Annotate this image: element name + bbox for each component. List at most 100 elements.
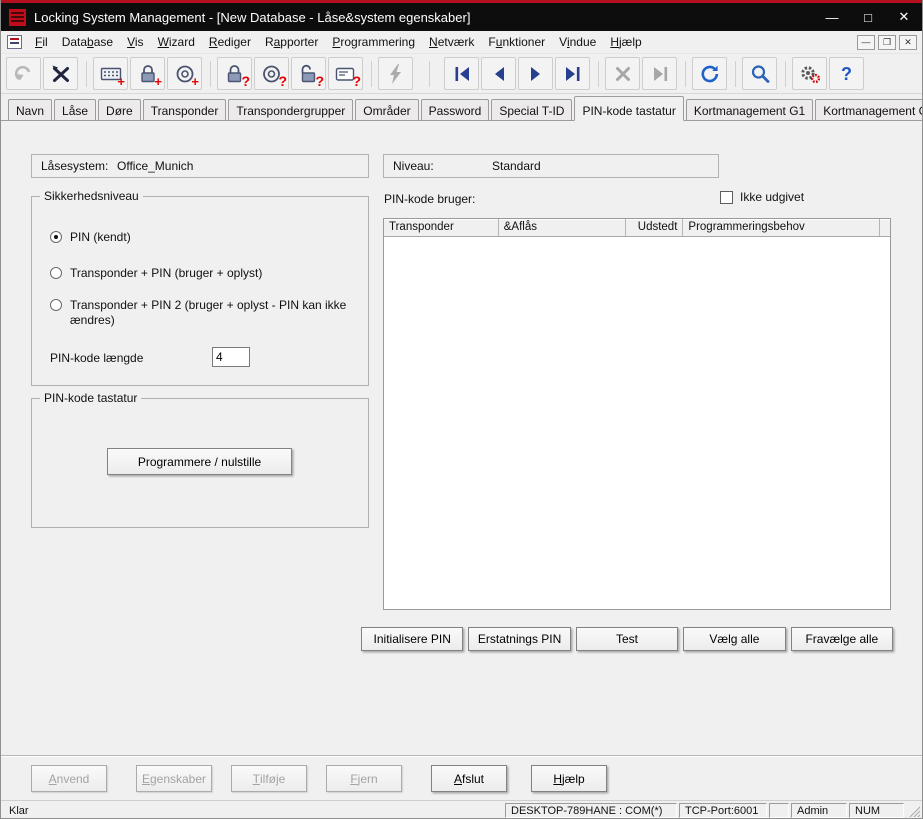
column-header-aflaas[interactable]: &Aflås [499,219,626,236]
radio-transponder-pin2[interactable]: Transponder + PIN 2 (bruger + oplyst - P… [50,298,368,328]
menu-item-funktioner[interactable]: Funktioner [481,32,552,52]
tab-transpondergrupper[interactable]: Transpondergrupper [228,99,353,120]
tab-password[interactable]: Password [421,99,490,120]
toolbar-button-cancel-record[interactable] [605,57,640,90]
status-user: Admin [791,803,847,818]
plus-badge: + [154,75,162,88]
menu-item-vindue[interactable]: Vindue [552,32,603,52]
tab-doere[interactable]: Døre [98,99,141,120]
help-button[interactable]: Hjælp [531,765,607,792]
mdi-window-controls: — ❐ ✕ [854,35,922,50]
last-record-icon [562,63,584,85]
search-icon [749,63,771,85]
toolbar-button-refresh[interactable] [692,57,727,90]
menu-item-wizard[interactable]: Wizard [151,32,202,52]
toolbar-button-help[interactable]: ? [829,57,864,90]
toolbar-button-next-record[interactable] [518,57,553,90]
status-host: DESKTOP-789HANE : COM(*) [505,803,677,818]
initialize-pin-button[interactable]: Initialisere PIN [361,627,463,651]
program-reset-button[interactable]: Programmere / nulstille [107,448,292,475]
menu-item-database[interactable]: Database [55,32,120,52]
mdi-restore-button[interactable]: ❐ [878,35,896,50]
radio-transponder-pin[interactable]: Transponder + PIN (bruger + oplyst) [50,266,262,281]
minimize-button[interactable]: — [814,3,850,31]
security-level-group: Sikkerhedsniveau PIN (kendt) Transponder… [31,196,369,386]
menu-item-vis[interactable]: Vis [120,32,150,52]
toolbar-button-goto-record[interactable] [642,57,677,90]
toolbar-button-previous-record[interactable] [481,57,516,90]
question-badge: ? [352,74,361,88]
locking-system-label: Låsesystem: [41,159,108,173]
mdi-close-button[interactable]: ✕ [899,35,917,50]
toolbar-button-program[interactable] [378,57,413,90]
tab-transponder[interactable]: Transponder [143,99,227,120]
toolbar-button-filter-settings[interactable] [792,57,827,90]
pin-user-label: PIN-kode bruger: [384,192,475,206]
column-header-programmeringsbehov[interactable]: Programmeringsbehov [683,219,880,236]
maximize-button[interactable]: □ [850,3,886,31]
toolbar-button-read-transponder[interactable]: ? [254,57,289,90]
disconnect-icon [50,63,72,85]
application-window: Locking System Management - [New Databas… [0,0,923,819]
window-controls: — □ ✕ [814,3,922,31]
menu-item-programmering[interactable]: Programmering [325,32,422,52]
menu-item-rediger[interactable]: Rediger [202,32,258,52]
test-button[interactable]: Test [576,627,678,651]
deselect-all-button[interactable]: Fravælge alle [791,627,893,651]
toolbar-button-first-record[interactable] [444,57,479,90]
tab-kortmanagement-g2[interactable]: Kortmanagement G2 [815,99,923,120]
toolbar-button-search[interactable] [742,57,777,90]
pin-action-buttons: Initialisere PIN Erstatnings PIN Test Væ… [361,627,893,651]
menu-item-rapporter[interactable]: Rapporter [258,32,325,52]
title-bar[interactable]: Locking System Management - [New Databas… [1,3,922,31]
replacement-pin-button[interactable]: Erstatnings PIN [468,627,570,651]
tab-omraader[interactable]: Områder [355,99,418,120]
window-title: Locking System Management - [New Databas… [34,10,470,25]
column-header-udstedt[interactable]: Udstedt [626,219,684,236]
menu-item-netvaerk[interactable]: Netværk [422,32,481,52]
plus-badge: + [117,75,125,88]
next-record-icon [525,63,547,85]
app-logo-icon [9,9,26,26]
question-badge: ? [241,74,250,88]
apply-button[interactable]: Anvend [31,765,107,792]
toolbar-button-last-record[interactable] [555,57,590,90]
toolbar-button-read-opened-lock[interactable]: ? [291,57,326,90]
table-body[interactable] [384,237,890,609]
tab-pin-kode-tastatur[interactable]: PIN-kode tastatur [574,96,683,121]
tab-special-t-id[interactable]: Special T-ID [491,99,572,120]
pin-keypad-group: PIN-kode tastatur Programmere / nulstill… [31,398,369,528]
pin-length-input[interactable] [212,347,250,367]
tab-kortmanagement-g1[interactable]: Kortmanagement G1 [686,99,813,120]
not-issued-checkbox[interactable]: Ikke udgivet [720,190,804,204]
toolbar-button-new-transponder[interactable]: + [167,57,202,90]
exit-button[interactable]: Afslut [431,765,507,792]
tab-laase[interactable]: Låse [54,99,96,120]
add-button[interactable]: Tilføje [231,765,307,792]
resize-grip[interactable] [907,804,920,817]
first-record-icon [451,63,473,85]
toolbar-button-read-card[interactable]: ? [328,57,363,90]
pin-user-table: Transponder &Aflås Udstedt Programmering… [383,218,891,610]
properties-button[interactable]: Egenskaber [136,765,212,792]
toolbar-button-new-lock[interactable]: + [130,57,165,90]
goto-record-icon [649,63,671,85]
menu-item-hjaelp[interactable]: Hjælp [603,32,648,52]
remove-button[interactable]: Fjern [326,765,402,792]
toolbar-button-disconnect[interactable] [43,57,78,90]
pin-keypad-group-title: PIN-kode tastatur [40,391,141,405]
level-label: Niveau: [393,159,434,173]
child-window-icon[interactable] [7,35,22,49]
toolbar-button-undo[interactable] [6,57,41,90]
toolbar-button-new-keypad[interactable]: + [93,57,128,90]
mdi-minimize-button[interactable]: — [857,35,875,50]
close-button[interactable]: ✕ [886,3,922,31]
toolbar-button-read-lock[interactable]: ? [217,57,252,90]
radio-pin-known[interactable]: PIN (kendt) [50,230,131,245]
column-header-transponder[interactable]: Transponder [384,219,499,236]
select-all-button[interactable]: Vælg alle [683,627,785,651]
tab-navn[interactable]: Navn [8,99,52,120]
table-header-row: Transponder &Aflås Udstedt Programmering… [384,219,890,237]
menu-item-fil[interactable]: Fil [28,32,55,52]
status-bar: Klar DESKTOP-789HANE : COM(*) TCP-Port:6… [1,800,922,819]
